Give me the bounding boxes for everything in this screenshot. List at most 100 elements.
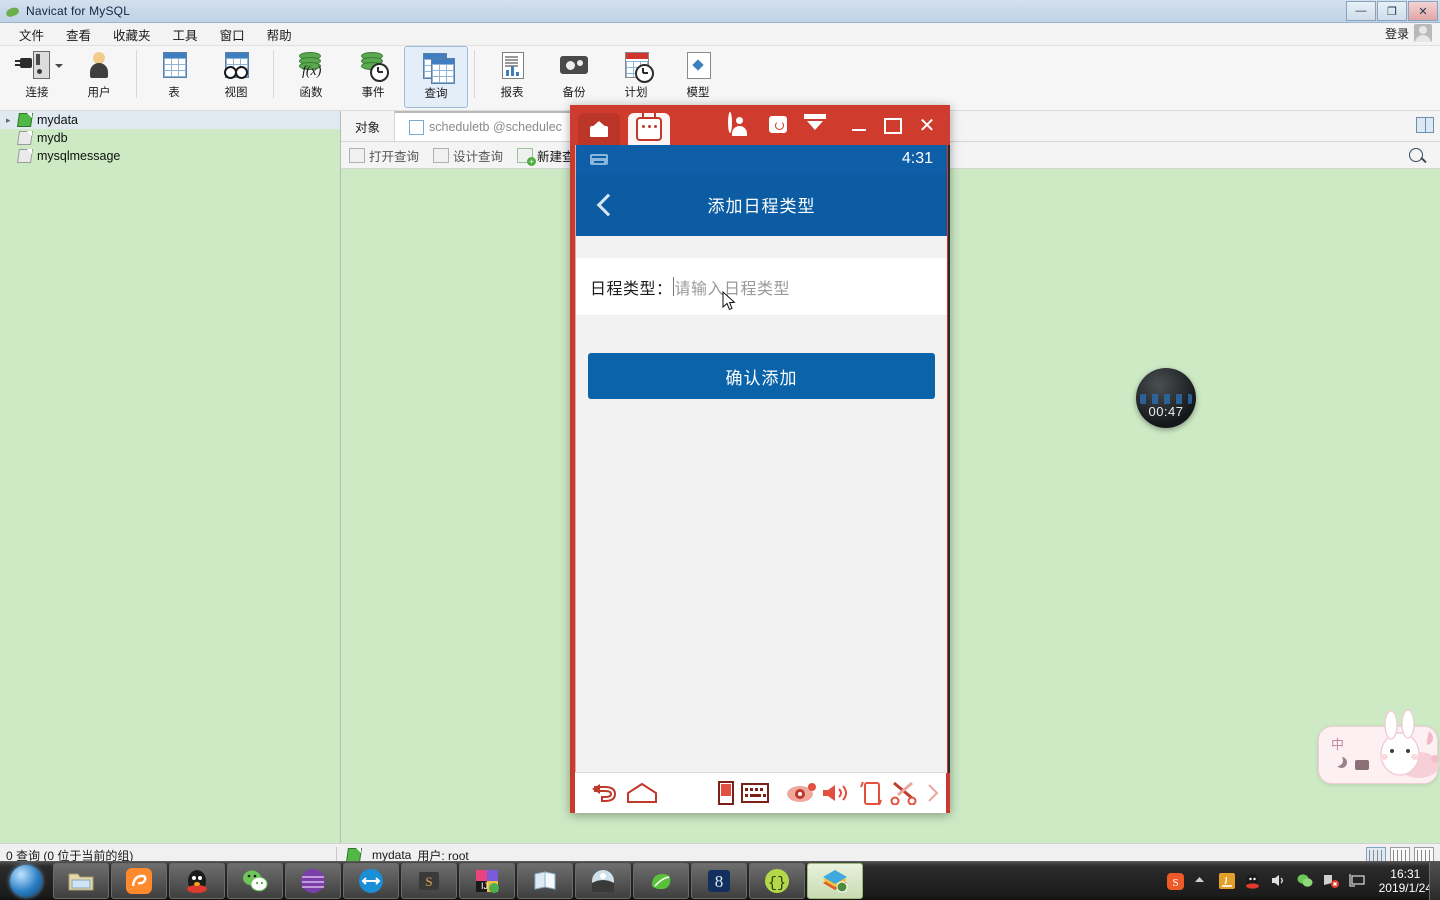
open-query-button[interactable]: 打开查询 [349,146,419,165]
login-link[interactable]: 登录 [1385,25,1409,42]
mirror-tab-device[interactable] [628,113,670,145]
taskbar-wechat[interactable] [227,863,283,899]
panel-toggle-icon[interactable] [1416,117,1434,133]
toolbar-event[interactable]: 事件 [342,46,404,110]
mirror-minimize-button[interactable] [842,111,876,141]
keyboard-icon[interactable] [739,780,772,806]
mirror-bottom-toolbar [575,772,946,813]
taskbar-navicat[interactable] [807,863,863,899]
connection-icon [15,50,63,82]
toolbar-report[interactable]: 报表 [481,46,543,110]
ime-floating-bar[interactable]: 中 [1318,709,1439,784]
moon-icon[interactable] [1332,755,1343,766]
java-icon[interactable] [1218,872,1236,890]
schedule-icon [619,50,654,83]
design-query-button[interactable]: 设计查询 [433,146,503,165]
schedule-type-input[interactable]: 请输入日程类型 [672,275,947,299]
taskbar-sublime[interactable]: S [401,863,457,899]
taskbar-purple-app[interactable] [285,863,341,899]
phone-screen: 4:31 添加日程类型 日程类型： 请输入日程类型 确认添加 [575,145,947,773]
qq-icon[interactable] [1245,873,1262,890]
taskbar-qq[interactable] [169,863,225,899]
toolbar-backup-label: 备份 [562,87,586,99]
sidebar-item-mydata[interactable]: ▸ mydata [0,111,340,129]
menu-item-favorites[interactable]: 收藏夹 [102,23,162,46]
mirror-tab-home[interactable] [578,113,620,145]
phone-status-time: 4:31 [901,150,933,167]
taskbar-uc-browser[interactable] [111,863,167,899]
function-icon: f(x) [294,50,328,82]
taskbar-teamviewer[interactable] [343,863,399,899]
volume-icon[interactable] [819,780,854,806]
toolbar-query[interactable]: 查询 [404,46,468,108]
toolbar-user[interactable]: 用户 [68,46,130,110]
menu-item-tools[interactable]: 工具 [162,23,209,46]
connection-sidebar: ▸ mydata mydb mysqlmessage [0,111,341,843]
menu-item-view[interactable]: 查看 [55,23,102,46]
skin-icon[interactable] [766,114,790,138]
model-icon [681,50,715,82]
taskbar-braces[interactable]: {} [749,863,805,899]
toolbar-connection[interactable]: 连接 [6,46,68,110]
windows-start-icon[interactable] [0,863,52,899]
rotate-icon[interactable] [854,780,887,806]
chevron-right-icon[interactable] [921,780,946,806]
sidebar-item-mysqlmessage[interactable]: mysqlmessage [0,147,340,165]
ime-mode-label[interactable]: 中 [1331,734,1344,753]
mirror-close-button[interactable]: ✕ [910,111,944,141]
maximize-button[interactable]: ❐ [1377,1,1407,21]
screen-icon[interactable] [713,780,738,806]
taskbar-vs[interactable]: 8 [691,863,747,899]
taskbar-explorer[interactable] [53,863,109,899]
account-icon[interactable] [728,112,752,138]
chevron-left-icon[interactable] [594,194,616,216]
taskbar-green-leaf[interactable] [633,863,689,899]
taskbar-clock[interactable]: 16:31 2019/1/24 [1379,867,1432,895]
menu-item-window[interactable]: 窗口 [209,23,256,46]
confirm-add-button[interactable]: 确认添加 [588,353,935,399]
menu-item-file[interactable]: 文件 [8,23,55,46]
back-arrow-icon[interactable] [589,780,622,806]
show-desktop-button[interactable] [1429,862,1440,900]
search-icon[interactable] [1408,147,1428,167]
menu-item-help[interactable]: 帮助 [256,23,303,46]
query-icon [419,51,455,84]
minimize-button[interactable]: — [1346,1,1376,21]
login-area[interactable]: 登录 [1385,24,1432,42]
toolbar-function[interactable]: f(x) 函数 [280,46,342,110]
sidebar-item-mydb[interactable]: mydb [0,129,340,147]
volume-icon[interactable] [1271,873,1288,890]
home-outline-icon[interactable] [622,780,661,806]
chevron-up-icon[interactable] [1193,873,1210,890]
phone-mirror-window: ✕ 4:31 添加日程类型 日程类型： 请输入日程类型 确认添加 [570,105,950,813]
close-button[interactable]: ✕ [1408,1,1438,21]
phone-status-bar: 4:31 [576,145,947,173]
scissors-icon[interactable] [887,780,920,806]
taskbar-intellij[interactable]: IJ [459,863,515,899]
eye-icon[interactable] [786,780,819,806]
tab-objects-label: 对象 [355,120,381,135]
sogou-icon[interactable]: S [1166,872,1184,890]
toolbar-backup[interactable]: 备份 [543,46,605,110]
network-error-icon[interactable] [1323,873,1340,890]
user-icon [82,50,116,82]
avatar [1414,24,1432,42]
backup-icon [557,50,591,82]
tab-scheduletb[interactable]: scheduletb @schedulec [394,111,577,141]
toolbar-view[interactable]: 视图 [205,46,267,110]
toolbar-model[interactable]: 模型 [667,46,729,110]
desktop-clock-widget[interactable]: 00:47 [1136,368,1196,428]
toolbar-schedule[interactable]: 计划 [605,46,667,110]
toolbar-function-label: 函数 [299,87,323,99]
schedule-type-row: 日程类型： 请输入日程类型 [576,258,947,316]
funnel-icon[interactable] [804,114,828,138]
taskbar-notepad[interactable] [517,863,573,899]
mirror-maximize-button[interactable] [876,111,910,141]
toolbar-table[interactable]: 表 [143,46,205,110]
tab-objects[interactable]: 对象 [341,111,395,141]
taskbar-globe[interactable] [575,863,631,899]
expand-triangle-icon[interactable]: ▸ [6,115,18,126]
wechat-icon[interactable] [1297,873,1314,890]
sidebar-item-label: mysqlmessage [37,149,121,163]
monitor-icon[interactable] [1348,873,1366,890]
